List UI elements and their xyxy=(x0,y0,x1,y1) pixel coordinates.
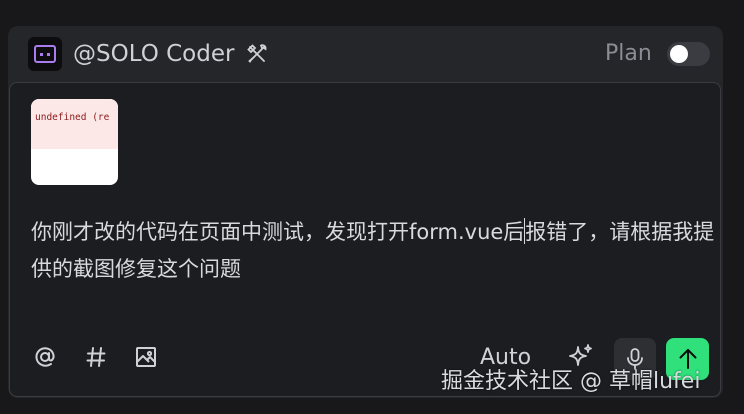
tools-icon[interactable] xyxy=(246,43,268,65)
message-input[interactable]: undefined (re 你刚才改的代码在页面中测试，发现打开form.vue… xyxy=(9,82,721,397)
message-before-cursor: 你刚才改的代码在页面中测试，发现打开form.vue后 xyxy=(31,220,525,244)
at-icon[interactable] xyxy=(30,342,60,372)
thumbnail-text: undefined (re xyxy=(35,112,110,123)
agent-name[interactable]: @SOLO Coder xyxy=(73,39,268,69)
message-text[interactable]: 你刚才改的代码在页面中测试，发现打开form.vue后报错了，请根据我提供的截图… xyxy=(31,214,721,288)
image-icon[interactable] xyxy=(131,342,161,372)
toggle-knob xyxy=(670,45,688,63)
chat-panel: @SOLO Coder Plan undefined (re 你刚才改的代码在页… xyxy=(8,26,723,398)
watermark: 掘金技术社区 @ 草帽lufei xyxy=(441,369,701,394)
panel-header: @SOLO Coder Plan xyxy=(8,26,723,82)
plan-label: Plan xyxy=(605,41,652,66)
attachment-thumbnail[interactable]: undefined (re xyxy=(31,99,118,185)
plan-toggle[interactable] xyxy=(667,42,710,66)
hash-icon[interactable] xyxy=(81,342,111,372)
thumbnail-error-area xyxy=(31,99,118,149)
robot-face-icon xyxy=(28,37,62,71)
agent-name-label: @SOLO Coder xyxy=(73,41,235,67)
